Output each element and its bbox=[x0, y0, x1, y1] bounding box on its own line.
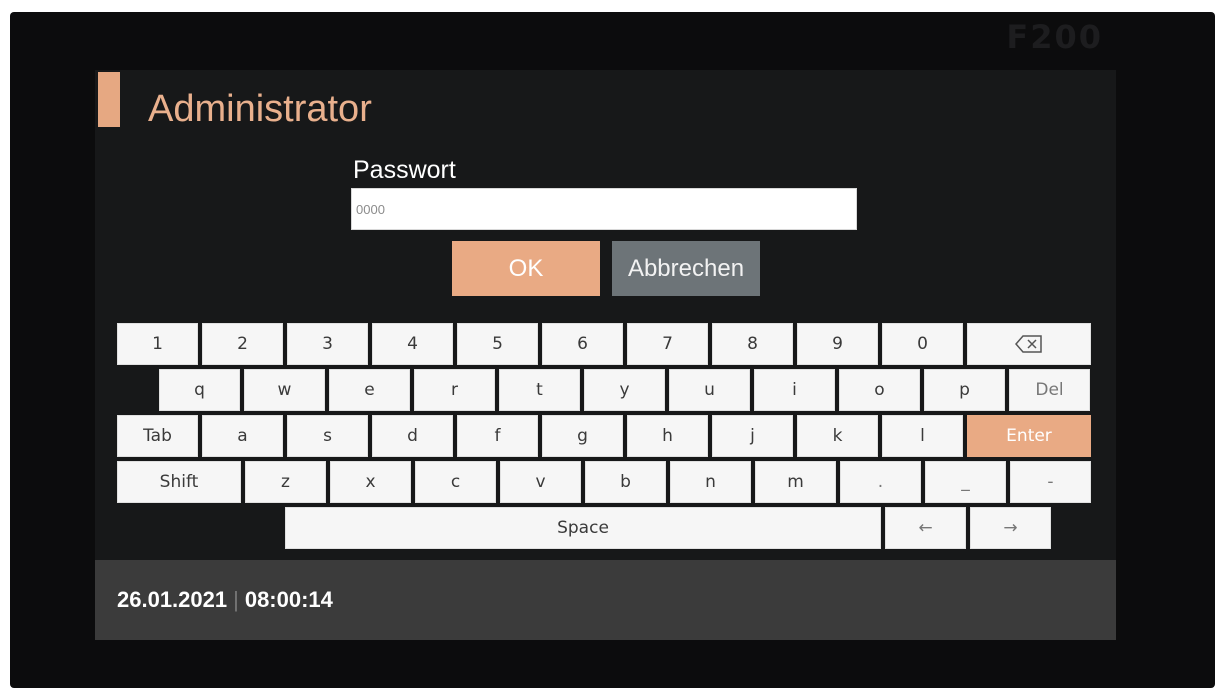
key-u[interactable]: u bbox=[669, 369, 750, 411]
space-key[interactable]: Space bbox=[285, 507, 881, 549]
status-separator: | bbox=[233, 587, 239, 612]
title-accent-bar bbox=[98, 72, 120, 127]
key-1[interactable]: 1 bbox=[117, 323, 198, 365]
status-date: 26.01.2021 bbox=[117, 587, 228, 612]
screen: Administrator Passwort OK Abbrechen 1 2 … bbox=[95, 70, 1116, 640]
key-6[interactable]: 6 bbox=[542, 323, 623, 365]
key-hyphen[interactable]: - bbox=[1010, 461, 1091, 503]
key-3[interactable]: 3 bbox=[287, 323, 368, 365]
key-f[interactable]: f bbox=[457, 415, 538, 457]
password-label: Passwort bbox=[353, 156, 456, 184]
key-x[interactable]: x bbox=[330, 461, 411, 503]
keyboard-row-3: Tab a s d f g h j k l Enter bbox=[117, 415, 1095, 457]
key-k[interactable]: k bbox=[797, 415, 878, 457]
enter-key[interactable]: Enter bbox=[967, 415, 1091, 457]
key-c[interactable]: c bbox=[415, 461, 496, 503]
key-v[interactable]: v bbox=[500, 461, 581, 503]
key-t[interactable]: t bbox=[499, 369, 580, 411]
key-8[interactable]: 8 bbox=[712, 323, 793, 365]
keyboard-row-2: q w e r t y u i o p Del bbox=[159, 369, 1094, 411]
backspace-key[interactable] bbox=[967, 323, 1091, 365]
key-i[interactable]: i bbox=[754, 369, 835, 411]
key-o[interactable]: o bbox=[839, 369, 920, 411]
ok-button[interactable]: OK bbox=[452, 241, 600, 296]
key-period[interactable]: . bbox=[840, 461, 921, 503]
key-7[interactable]: 7 bbox=[627, 323, 708, 365]
key-h[interactable]: h bbox=[627, 415, 708, 457]
device-model-label: F200 bbox=[1006, 18, 1103, 56]
key-n[interactable]: n bbox=[670, 461, 751, 503]
delete-key[interactable]: Del bbox=[1009, 369, 1090, 411]
key-z[interactable]: z bbox=[245, 461, 326, 503]
arrow-right-key[interactable]: → bbox=[970, 507, 1051, 549]
key-0[interactable]: 0 bbox=[882, 323, 963, 365]
on-screen-keyboard: 1 2 3 4 5 6 7 8 9 0 q w e r t y u i o p … bbox=[117, 323, 1097, 553]
key-r[interactable]: r bbox=[414, 369, 495, 411]
key-m[interactable]: m bbox=[755, 461, 836, 503]
key-p[interactable]: p bbox=[924, 369, 1005, 411]
key-d[interactable]: d bbox=[372, 415, 453, 457]
key-5[interactable]: 5 bbox=[457, 323, 538, 365]
key-j[interactable]: j bbox=[712, 415, 793, 457]
key-q[interactable]: q bbox=[159, 369, 240, 411]
key-b[interactable]: b bbox=[585, 461, 666, 503]
password-input[interactable] bbox=[351, 188, 857, 230]
key-4[interactable]: 4 bbox=[372, 323, 453, 365]
status-bar: 26.01.2021 | 08:00:14 bbox=[95, 560, 1116, 640]
key-a[interactable]: a bbox=[202, 415, 283, 457]
key-9[interactable]: 9 bbox=[797, 323, 878, 365]
key-w[interactable]: w bbox=[244, 369, 325, 411]
status-datetime: 26.01.2021 | 08:00:14 bbox=[117, 587, 333, 613]
page-title: Administrator bbox=[148, 88, 372, 130]
key-y[interactable]: y bbox=[584, 369, 665, 411]
keyboard-row-4: Shift z x c v b n m . _ - bbox=[117, 461, 1095, 503]
backspace-icon bbox=[1015, 335, 1042, 353]
shift-key[interactable]: Shift bbox=[117, 461, 241, 503]
keyboard-row-5: Space ← → bbox=[285, 507, 1055, 549]
key-s[interactable]: s bbox=[287, 415, 368, 457]
key-e[interactable]: e bbox=[329, 369, 410, 411]
key-2[interactable]: 2 bbox=[202, 323, 283, 365]
key-g[interactable]: g bbox=[542, 415, 623, 457]
cancel-button[interactable]: Abbrechen bbox=[612, 241, 760, 296]
key-underscore[interactable]: _ bbox=[925, 461, 1006, 503]
arrow-left-key[interactable]: ← bbox=[885, 507, 966, 549]
device-bezel: F200 Administrator Passwort OK Abbrechen… bbox=[10, 12, 1215, 688]
keyboard-row-1: 1 2 3 4 5 6 7 8 9 0 bbox=[117, 323, 1095, 365]
status-time: 08:00:14 bbox=[244, 587, 333, 612]
tab-key[interactable]: Tab bbox=[117, 415, 198, 457]
key-l[interactable]: l bbox=[882, 415, 963, 457]
